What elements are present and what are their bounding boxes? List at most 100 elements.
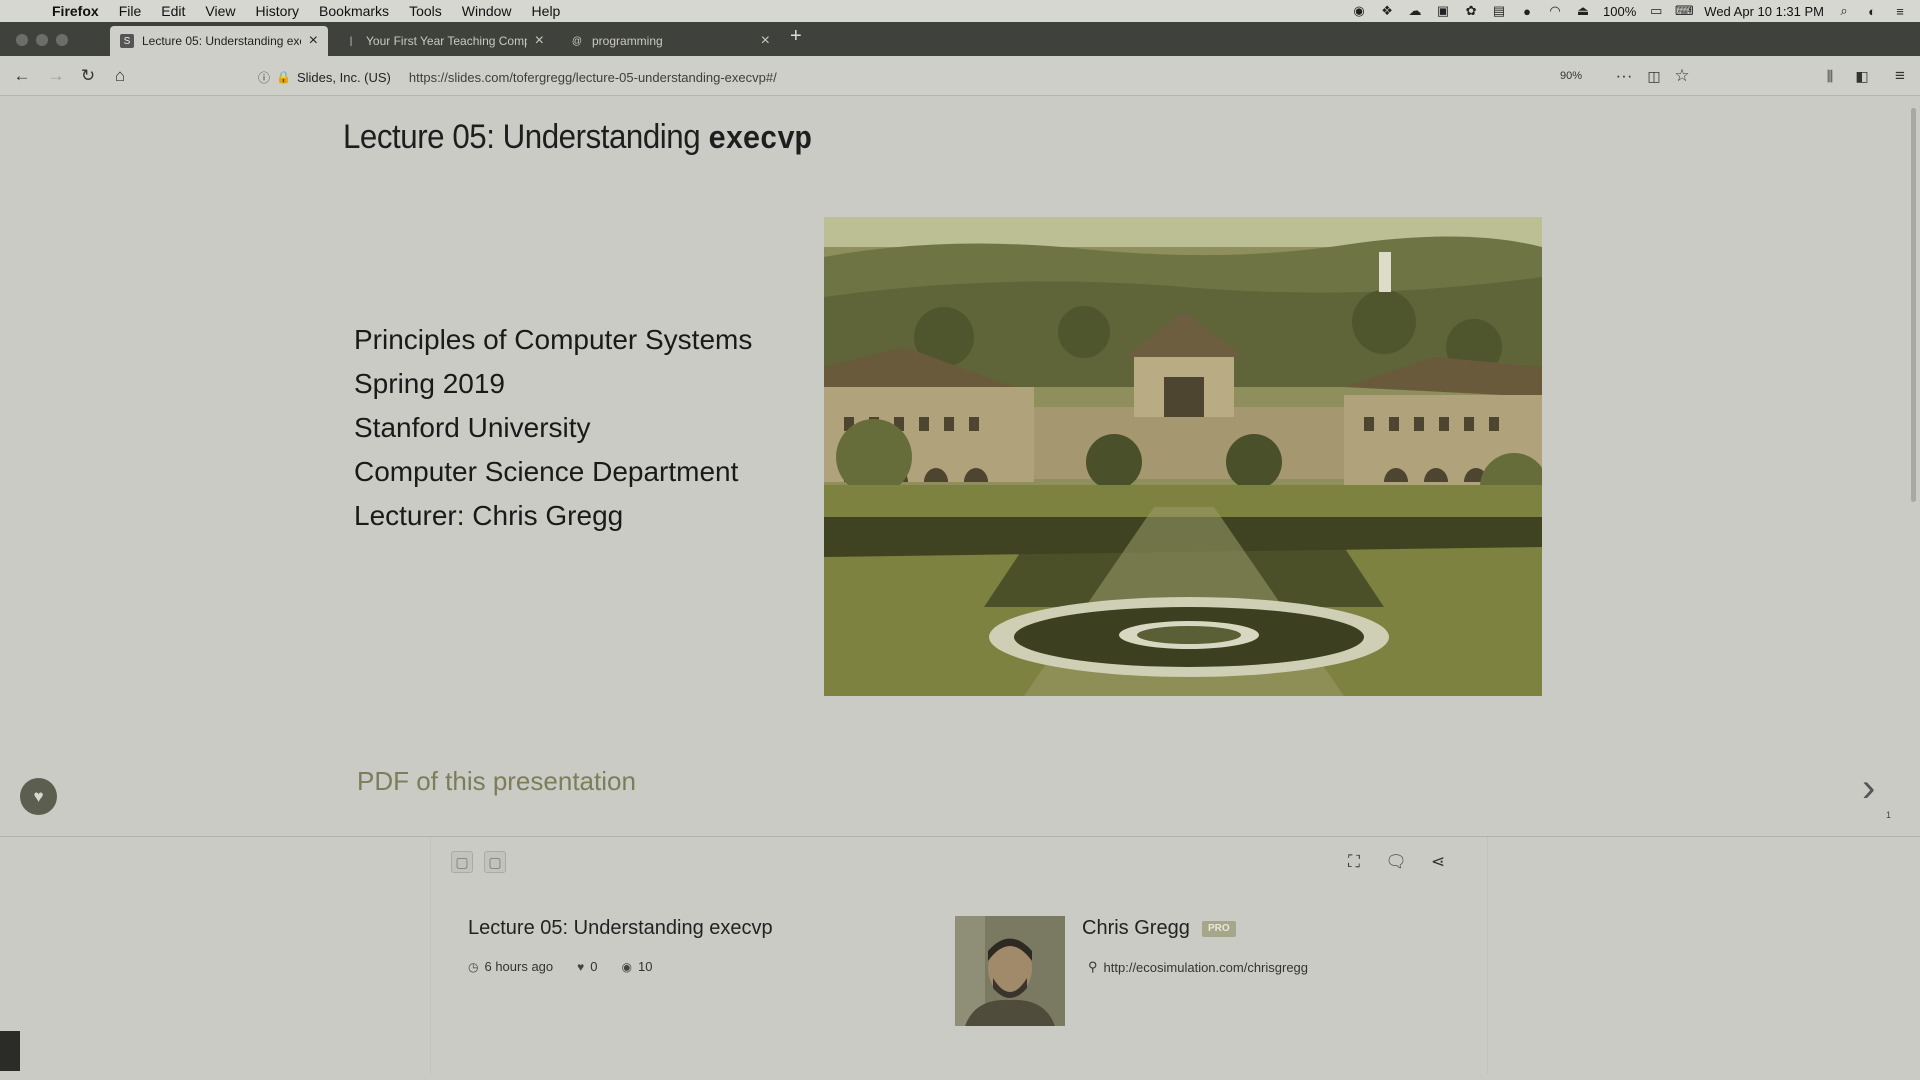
deck-info-footer: ▢ ▢ ⛶ 🗨 ⋖ Lecture 05: Understanding exec… bbox=[0, 836, 1920, 1080]
record-icon[interactable]: ◉ bbox=[1351, 3, 1367, 18]
like-heart-icon[interactable]: ♥ bbox=[20, 778, 57, 815]
back-arrow-icon[interactable]: ← bbox=[10, 64, 34, 88]
slide-number: 1 bbox=[1886, 810, 1892, 820]
spotlight-search-icon[interactable]: ⌕ bbox=[1836, 3, 1852, 18]
slide-title: Lecture 05: Understanding execvp bbox=[343, 118, 812, 158]
zoom-level[interactable]: 90% bbox=[1560, 70, 1582, 82]
library-icon[interactable]: ⫼ bbox=[1818, 64, 1842, 88]
extension-icon[interactable]: ✿ bbox=[1463, 3, 1479, 18]
home-icon[interactable]: ⌂ bbox=[108, 64, 132, 88]
tab-title: Your First Year Teaching Comp bbox=[366, 34, 527, 48]
course-lecturer: Lecturer: Chris Gregg bbox=[354, 500, 624, 531]
slide-viewport: Lecture 05: Understanding execvp Princip… bbox=[0, 96, 1920, 836]
pdf-presentation-link[interactable]: PDF of this presentation bbox=[357, 766, 636, 797]
dark-circle-icon[interactable]: ● bbox=[1519, 4, 1535, 19]
reddit-favicon-icon: @ bbox=[571, 35, 583, 47]
notification-center-icon[interactable]: ≡ bbox=[1892, 4, 1908, 19]
tab-title: programming bbox=[592, 34, 663, 48]
comment-icon[interactable]: 🗨 bbox=[1385, 851, 1407, 873]
course-department: Computer Science Department bbox=[354, 456, 739, 487]
author-website-url[interactable]: http://ecosimulation.com/chrisgregg bbox=[1104, 960, 1308, 975]
site-info-icon[interactable]: ⓘ bbox=[258, 69, 270, 86]
link-icon: ⚲ bbox=[1088, 959, 1098, 974]
tab-first-year-teaching[interactable]: | Your First Year Teaching Comp × bbox=[334, 26, 554, 56]
course-university: Stanford University bbox=[354, 412, 591, 443]
site-identity[interactable]: Slides, Inc. (US) bbox=[297, 70, 391, 85]
forward-arrow-icon[interactable]: → bbox=[44, 64, 68, 88]
heart-icon: ♥ bbox=[577, 959, 585, 974]
menu-view[interactable]: View bbox=[205, 3, 235, 19]
close-tab-icon[interactable]: × bbox=[535, 33, 544, 49]
mac-menubar: Firefox File Edit View History Bookmarks… bbox=[0, 0, 1920, 22]
dropbox-icon[interactable]: ❖ bbox=[1379, 3, 1395, 18]
menu-app-firefox[interactable]: Firefox bbox=[52, 3, 99, 19]
menu-help[interactable]: Help bbox=[532, 3, 561, 19]
placeholder-image-icon[interactable]: ▢ bbox=[484, 851, 506, 873]
course-term: Spring 2019 bbox=[354, 368, 506, 399]
deck-title[interactable]: Lecture 05: Understanding execvp bbox=[468, 917, 773, 940]
window-controls bbox=[16, 34, 68, 46]
deck-views: 10 bbox=[638, 959, 653, 974]
close-tab-icon[interactable]: × bbox=[761, 33, 770, 49]
author-website[interactable]: ⚲ http://ecosimulation.com/chrisgregg bbox=[1088, 959, 1308, 975]
menu-window[interactable]: Window bbox=[462, 3, 512, 19]
wifi-icon[interactable]: ◠ bbox=[1547, 3, 1563, 18]
lock-icon: 🔒 bbox=[276, 70, 291, 84]
sidebar-toggle-icon[interactable]: ◧ bbox=[1850, 64, 1874, 88]
fullscreen-icon[interactable]: ⛶ bbox=[1343, 851, 1365, 873]
slide-title-code: execvp bbox=[708, 121, 812, 158]
minimize-window-button[interactable] bbox=[36, 34, 48, 46]
share-icon[interactable]: ⋖ bbox=[1427, 851, 1449, 873]
hamburger-menu-icon[interactable]: ≡ bbox=[1888, 64, 1912, 88]
pro-badge: PRO bbox=[1202, 921, 1236, 937]
deck-meta: ◷ 6 hours ago ♥ 0 ◉ 10 bbox=[468, 959, 652, 974]
next-slide-arrow-icon[interactable]: › bbox=[1862, 766, 1875, 811]
author-name[interactable]: Chris Gregg bbox=[1082, 917, 1190, 940]
navigation-bar: ← → ↻ ⌂ ⓘ 🔒 Slides, Inc. (US) https://sl… bbox=[0, 56, 1920, 96]
stanford-campus-photo bbox=[824, 217, 1542, 696]
cloud-icon[interactable]: ☁ bbox=[1407, 3, 1423, 18]
clock-icon: ◷ bbox=[468, 959, 479, 974]
calendar-status-icon[interactable]: ▤ bbox=[1491, 3, 1507, 18]
user-icon[interactable]: ◐ bbox=[1864, 4, 1880, 19]
menu-history[interactable]: History bbox=[255, 3, 299, 19]
new-tab-icon[interactable]: + bbox=[790, 25, 802, 48]
course-info: Principles of Computer Systems Spring 20… bbox=[354, 318, 752, 538]
author-avatar[interactable] bbox=[955, 916, 1065, 1026]
address-bar[interactable]: ⓘ 🔒 Slides, Inc. (US) https://slides.com… bbox=[258, 64, 1688, 90]
dock-edge bbox=[0, 1031, 20, 1071]
page-actions-icon[interactable]: ··· bbox=[1612, 64, 1636, 88]
reload-icon[interactable]: ↻ bbox=[76, 64, 100, 88]
airplay-icon[interactable]: ⏏ bbox=[1575, 3, 1591, 18]
status-area: ◉ ❖ ☁ ▣ ✿ ▤ ● ◠ ⏏ 100% ▭ ⌨ Wed Apr 10 1:… bbox=[1351, 0, 1908, 22]
bookmark-star-icon[interactable]: ☆ bbox=[1670, 64, 1694, 88]
menu-edit[interactable]: Edit bbox=[161, 3, 185, 19]
tab-title: Lecture 05: Understanding exe bbox=[142, 34, 301, 48]
course-name: Principles of Computer Systems bbox=[354, 324, 753, 355]
page-favicon-icon: | bbox=[349, 35, 353, 47]
url-text[interactable]: https://slides.com/tofergregg/lecture-05… bbox=[409, 70, 777, 85]
battery-percent: 100% bbox=[1603, 3, 1637, 19]
close-tab-icon[interactable]: × bbox=[309, 33, 318, 49]
battery-icon[interactable]: ▭ bbox=[1648, 3, 1664, 18]
tab-programming[interactable]: @ programming × bbox=[560, 26, 780, 56]
placeholder-image-icon[interactable]: ▢ bbox=[451, 851, 473, 873]
menu-bookmarks[interactable]: Bookmarks bbox=[319, 3, 389, 19]
tab-strip: S Lecture 05: Understanding exe × | Your… bbox=[0, 22, 1920, 56]
screen-icon[interactable]: ▣ bbox=[1435, 3, 1451, 18]
page-scrollbar[interactable] bbox=[1911, 108, 1916, 502]
menu-tools[interactable]: Tools bbox=[409, 3, 442, 19]
slides-favicon-icon: S bbox=[120, 34, 134, 48]
close-window-button[interactable] bbox=[16, 34, 28, 46]
slide-title-text: Lecture 05: Understanding bbox=[343, 118, 709, 156]
pocket-icon[interactable]: ◫ bbox=[1642, 64, 1666, 88]
deck-info-panel: ▢ ▢ ⛶ 🗨 ⋖ Lecture 05: Understanding exec… bbox=[430, 837, 1488, 1073]
deck-likes: 0 bbox=[590, 959, 598, 974]
eye-icon: ◉ bbox=[621, 959, 632, 974]
zoom-window-button[interactable] bbox=[56, 34, 68, 46]
input-menu-icon[interactable]: ⌨ bbox=[1675, 3, 1694, 18]
tab-lecture-05[interactable]: S Lecture 05: Understanding exe × bbox=[110, 26, 328, 56]
deck-updated: 6 hours ago bbox=[484, 959, 554, 974]
menu-file[interactable]: File bbox=[119, 3, 142, 19]
menubar-clock[interactable]: Wed Apr 10 1:31 PM bbox=[1704, 4, 1824, 19]
